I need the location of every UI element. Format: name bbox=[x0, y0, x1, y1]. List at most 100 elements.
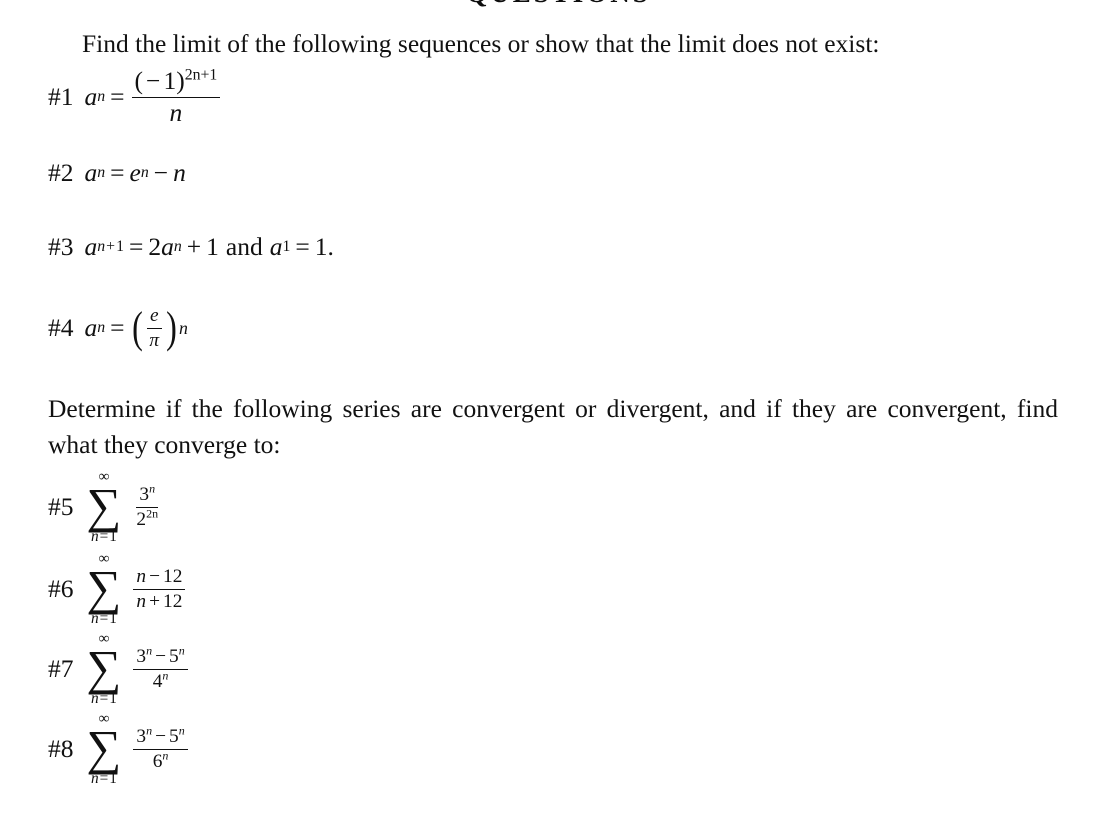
fraction-6-denominator: n +12 bbox=[133, 590, 185, 613]
sigma-icon: ∑ bbox=[86, 639, 122, 695]
math-equals: = bbox=[110, 158, 125, 188]
problem-4-tag: #4 bbox=[48, 313, 74, 343]
math-rparen-big: ) bbox=[166, 302, 177, 353]
math-one: 1 bbox=[206, 232, 219, 262]
problem-2-expression: an = en − n bbox=[84, 158, 186, 188]
math-plus: + bbox=[149, 590, 161, 612]
summand-8: 3 n −5n 6n bbox=[131, 723, 189, 773]
fraction-5: 3n 22n bbox=[133, 481, 161, 531]
math-four: 4 bbox=[152, 670, 163, 692]
math-equals: = bbox=[110, 313, 125, 343]
math-a: a bbox=[84, 82, 98, 112]
math-n: n bbox=[90, 609, 99, 627]
math-equals: = bbox=[99, 769, 109, 787]
summand-6: n −12 n +12 bbox=[131, 566, 187, 612]
problem-7: #7 ∞ ∑ n=1 3n −5n 4n bbox=[48, 631, 1058, 706]
sum-lower-limit: n=1 bbox=[91, 771, 117, 786]
math-n: n bbox=[178, 643, 185, 658]
problem-2-tag: #2 bbox=[48, 158, 74, 188]
math-three: 3 bbox=[139, 483, 150, 505]
summation-operator: ∞ ∑ n=1 bbox=[87, 551, 122, 627]
fraction-e-over-pi: e π bbox=[146, 305, 162, 351]
problem-5-tag: #5 bbox=[48, 492, 74, 522]
instruction-sequences: Find the limit of the following sequence… bbox=[82, 29, 880, 58]
math-one: 1 bbox=[109, 609, 117, 627]
math-five: 5 bbox=[169, 725, 179, 747]
instruction-series: Determine if the following series are co… bbox=[48, 394, 1058, 459]
math-exponent-n: n bbox=[179, 723, 185, 737]
problem-3: #3 a n+1 = 2an + 1 and a1 = 1. bbox=[48, 229, 1058, 265]
fraction-6: n −12 n +12 bbox=[133, 565, 186, 613]
sum-lower-limit: n=1 bbox=[91, 691, 117, 706]
math-exponent-n: n bbox=[162, 668, 168, 682]
math-one: 1 bbox=[282, 238, 291, 255]
math-n: n bbox=[162, 748, 169, 763]
fraction-numerator-e: e bbox=[146, 305, 162, 329]
problem-6: #6 ∞ ∑ n=1 n −12 n +12 bbox=[48, 551, 1058, 627]
summation-operator: ∞ ∑ n=1 bbox=[86, 631, 122, 706]
math-exponent-n: n bbox=[179, 643, 185, 657]
math-one: 1 bbox=[314, 232, 328, 262]
problem-8: #8 ∞ ∑ n=1 3n −5n 6n bbox=[48, 711, 1058, 786]
math-n: n bbox=[90, 689, 99, 707]
math-n: n bbox=[90, 769, 99, 787]
math-minus: − bbox=[155, 645, 167, 667]
problem-5: #5 ∞ ∑ n=1 3n 22n bbox=[48, 469, 1058, 544]
math-exponent-n: n bbox=[162, 748, 168, 762]
math-two: 2 bbox=[148, 232, 162, 262]
summation-operator: ∞ ∑ n=1 bbox=[87, 469, 122, 544]
math-n: n bbox=[90, 527, 99, 545]
math-equals: = bbox=[295, 232, 310, 262]
sum-lower-limit: n=1 bbox=[91, 529, 117, 544]
math-one: 1 bbox=[109, 769, 117, 787]
fraction-1: (−1)2n+1 n bbox=[131, 65, 221, 127]
fraction-5-denominator: 22n bbox=[133, 507, 161, 531]
math-n: n bbox=[149, 481, 156, 496]
math-a: a bbox=[269, 232, 283, 262]
math-a: a bbox=[161, 232, 174, 262]
math-n: n bbox=[97, 238, 106, 255]
math-n: n bbox=[136, 590, 147, 612]
math-equals: = bbox=[128, 232, 144, 262]
fraction-denominator-pi: π bbox=[149, 329, 160, 351]
math-equals: = bbox=[99, 527, 109, 545]
math-two: 2 bbox=[136, 508, 147, 530]
math-lparen: ( bbox=[134, 65, 144, 95]
math-equals: = bbox=[110, 82, 125, 112]
math-rparen: ) bbox=[176, 65, 185, 95]
math-minus: − bbox=[153, 158, 169, 188]
summand-5: 3n 22n bbox=[131, 481, 163, 531]
summation-operator: ∞ ∑ n=1 bbox=[87, 711, 122, 786]
math-one: 1 bbox=[109, 689, 117, 707]
fraction-7-numerator: 3n −5n bbox=[133, 643, 188, 670]
math-equals: = bbox=[99, 689, 109, 707]
fraction-8-denominator: 6n bbox=[150, 748, 172, 773]
summand-7: 3 n −5n 4n bbox=[131, 643, 189, 692]
math-equals: = bbox=[99, 609, 109, 627]
math-a: a bbox=[84, 232, 98, 262]
problem-3-tag: #3 bbox=[48, 232, 74, 262]
math-plus: + bbox=[186, 232, 202, 262]
math-minus: − bbox=[149, 565, 161, 587]
math-period: . bbox=[327, 232, 334, 262]
problem-8-expression: ∞ ∑ n=1 3n −5n 6n bbox=[85, 711, 190, 786]
math-n: n bbox=[140, 164, 149, 181]
document-title-clip: QUESTIONS bbox=[0, 0, 1117, 10]
fraction-7: 3 n −5n 4n bbox=[133, 643, 188, 692]
document-body: Find the limit of the following sequence… bbox=[48, 26, 1058, 786]
math-lparen-big: ( bbox=[131, 302, 143, 353]
fraction-6-numerator: n −12 bbox=[133, 565, 186, 590]
problem-1-expression: a n = (−1)2n+1 n bbox=[84, 65, 223, 127]
math-three: 3 bbox=[136, 645, 147, 667]
math-twelve: 12 bbox=[163, 590, 183, 612]
math-one: 1 bbox=[163, 65, 177, 95]
math-three: 3 bbox=[136, 725, 147, 747]
fraction-5-numerator: 3n bbox=[136, 481, 159, 508]
fraction-8: 3 n −5n 6n bbox=[133, 723, 188, 773]
problem-5-expression: ∞ ∑ n=1 3n 22n bbox=[85, 469, 164, 544]
math-one: 1 bbox=[109, 527, 117, 545]
math-a: a bbox=[84, 158, 98, 188]
problem-6-expression: ∞ ∑ n=1 n −12 n +12 bbox=[85, 551, 188, 627]
math-minus: − bbox=[146, 65, 161, 95]
problem-1: #1 a n = (−1)2n+1 n bbox=[48, 66, 1058, 126]
